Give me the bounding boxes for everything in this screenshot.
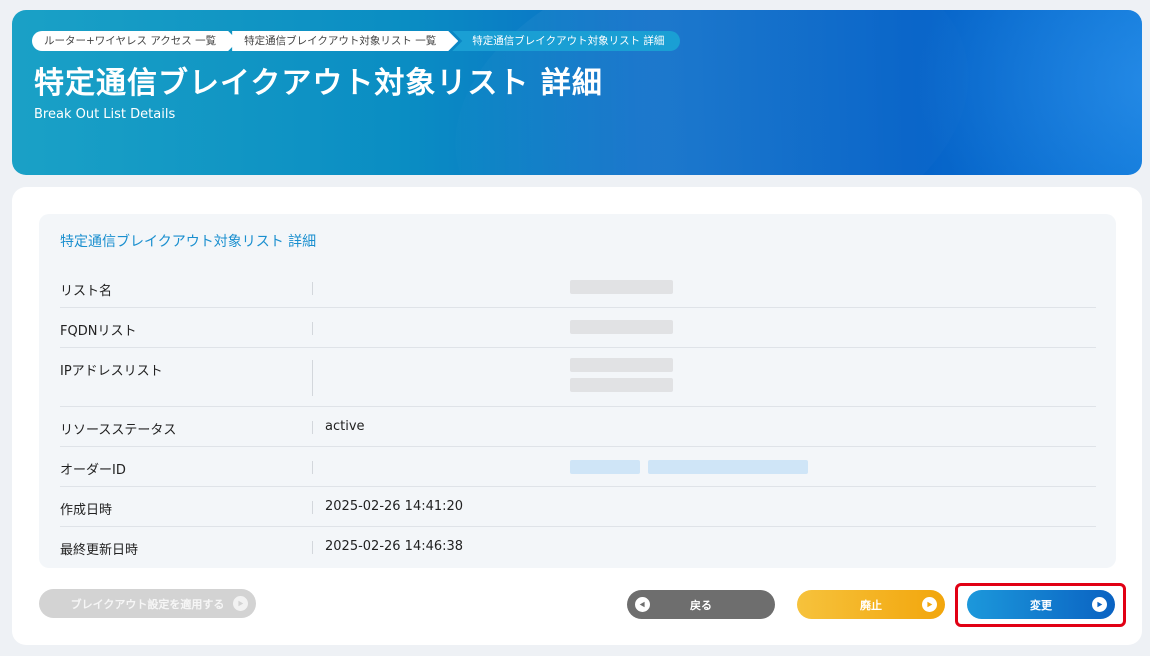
button-label: 戻る — [690, 598, 712, 612]
row-label: 最終更新日時 — [60, 543, 139, 558]
banner-decoration — [912, 10, 1142, 175]
redacted-value — [648, 460, 808, 474]
detail-row-ip-list: IPアドレスリスト — [60, 348, 1096, 407]
detail-rows: リスト名 FQDNリスト IPアドレスリスト リソースステータス active … — [60, 268, 1096, 567]
row-label: FQDNリスト — [60, 324, 137, 339]
row-label: リスト名 — [60, 284, 113, 299]
row-label: 作成日時 — [60, 503, 113, 518]
redacted-value — [570, 280, 673, 294]
arrow-right-icon — [922, 597, 937, 612]
row-label: IPアドレスリスト — [60, 364, 163, 379]
updated-at-value: 2025-02-26 14:46:38 — [325, 539, 464, 554]
detail-panel: 特定通信ブレイクアウト対象リスト 詳細 リスト名 FQDNリスト IPアドレスリ… — [39, 214, 1116, 568]
row-divider — [312, 501, 313, 514]
page-subtitle: Break Out List Details — [34, 107, 176, 122]
detail-row-order-id: オーダーID — [60, 447, 1096, 487]
row-value-redacted — [312, 268, 673, 307]
breadcrumb-item-router-list[interactable]: ルーター+ワイヤレス アクセス 一覧 — [32, 31, 238, 51]
row-label: オーダーID — [60, 463, 126, 478]
row-divider — [312, 360, 313, 396]
panel-title: 特定通信ブレイクアウト対象リスト 詳細 — [60, 234, 317, 250]
redacted-value — [570, 358, 673, 372]
breadcrumb: ルーター+ワイヤレス アクセス 一覧 特定通信ブレイクアウト対象リスト 一覧 特… — [32, 31, 681, 51]
row-label: リソースステータス — [60, 423, 177, 438]
page-title: 特定通信ブレイクアウト対象リスト 詳細 — [34, 66, 603, 101]
change-button[interactable]: 変更 — [967, 590, 1115, 619]
row-divider — [312, 322, 313, 335]
detail-row-created-at: 作成日時 2025-02-26 14:41:20 — [60, 487, 1096, 527]
row-divider — [312, 282, 313, 295]
resource-status-value: active — [325, 419, 365, 434]
redacted-value — [570, 460, 640, 474]
abolish-button[interactable]: 廃止 — [797, 590, 945, 619]
row-value-redacted — [312, 348, 673, 406]
detail-row-resource-status: リソースステータス active — [60, 407, 1096, 447]
arrow-right-icon — [1092, 597, 1107, 612]
row-divider — [312, 421, 313, 434]
back-button[interactable]: 戻る — [627, 590, 775, 619]
created-at-value: 2025-02-26 14:41:20 — [325, 499, 464, 514]
row-value-redacted — [312, 308, 673, 347]
redacted-value — [570, 320, 673, 334]
row-value-redacted — [312, 447, 808, 486]
detail-row-list-name: リスト名 — [60, 268, 1096, 308]
button-label: ブレイクアウト設定を適用する — [70, 597, 225, 611]
redacted-value — [570, 378, 673, 392]
main-card: 特定通信ブレイクアウト対象リスト 詳細 リスト名 FQDNリスト IPアドレスリ… — [12, 187, 1142, 645]
row-divider — [312, 541, 313, 554]
button-label: 廃止 — [860, 598, 882, 612]
detail-row-updated-at: 最終更新日時 2025-02-26 14:46:38 — [60, 527, 1096, 567]
arrow-left-icon — [635, 597, 650, 612]
arrow-right-icon — [233, 596, 248, 611]
breadcrumb-item-breakout-list[interactable]: 特定通信ブレイクアウト対象リスト 一覧 — [232, 31, 458, 51]
header-banner: ルーター+ワイヤレス アクセス 一覧 特定通信ブレイクアウト対象リスト 一覧 特… — [12, 10, 1142, 175]
breadcrumb-item-current: 特定通信ブレイクアウト対象リスト 詳細 — [452, 31, 681, 51]
page: ルーター+ワイヤレス アクセス 一覧 特定通信ブレイクアウト対象リスト 一覧 特… — [0, 0, 1150, 656]
button-label: 変更 — [1030, 598, 1052, 612]
detail-row-fqdn-list: FQDNリスト — [60, 308, 1096, 348]
apply-breakout-button[interactable]: ブレイクアウト設定を適用する — [39, 589, 256, 618]
row-divider — [312, 461, 313, 474]
